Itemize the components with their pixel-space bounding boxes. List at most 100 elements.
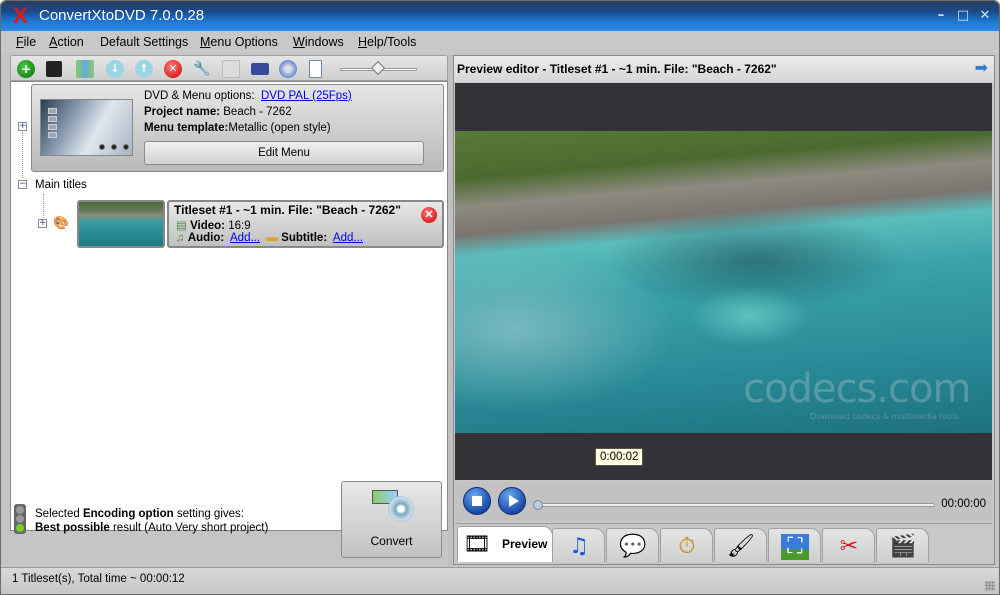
menu-menu-options-accel: M	[200, 35, 211, 49]
status-text: 1 Titleset(s), Total time ~ 00:00:12	[12, 573, 185, 585]
window-title: ConvertXtoDVD 7.0.0.28	[39, 7, 205, 24]
maximize-button[interactable]: □	[956, 9, 970, 23]
menu-file-label: ile	[23, 35, 37, 49]
menu-thumb-dot	[99, 144, 105, 150]
video-label: Video:	[190, 220, 226, 232]
move-up-icon[interactable]: ↑	[135, 60, 153, 78]
tab-preview[interactable]: 🎞 Preview	[457, 526, 553, 562]
menu-thumb-item	[48, 124, 57, 130]
indicator-light-off	[16, 515, 24, 523]
preview-tab-icon: 🎞	[463, 532, 491, 557]
menu-file[interactable]: File	[16, 35, 36, 49]
move-down-icon[interactable]: ↓	[106, 60, 124, 78]
encoding-option-label: Encoding option	[82, 508, 174, 520]
stop-button[interactable]	[463, 487, 491, 515]
watermark: codecs.com	[743, 366, 971, 412]
menu-windows[interactable]: Windows	[293, 35, 344, 49]
disc-icon[interactable]	[279, 60, 297, 78]
monitor-icon[interactable]	[251, 63, 269, 75]
tree-line	[22, 132, 23, 178]
settings-icon[interactable]: 🔧	[193, 60, 211, 78]
encoding-text: Selected	[35, 508, 83, 520]
preview-header: Preview editor - Titleset #1 - ~1 min. F…	[454, 56, 994, 82]
add-audio-link[interactable]: Add...	[230, 232, 260, 244]
encoding-quality: Best possible	[35, 522, 110, 534]
menu-default-settings[interactable]: Default Settings	[100, 35, 188, 49]
add-icon[interactable]: +	[17, 60, 35, 78]
time-counter: 00:00:00	[941, 498, 986, 510]
subtitle-icon: ▬	[266, 232, 278, 244]
grid-icon[interactable]	[222, 60, 240, 78]
menu-help-tools-label: elp/Tools	[367, 35, 417, 49]
encoding-result: result (Auto Very short project)	[109, 522, 269, 534]
save-icon[interactable]	[46, 61, 62, 77]
dvd-options-link[interactable]: DVD PAL (25Fps)	[261, 90, 352, 102]
tab-cut[interactable]: ✂	[822, 528, 875, 562]
tab-chapters[interactable]: ⏱	[660, 528, 713, 562]
watermark-subtitle: Download codecs & multimedia tools	[810, 412, 959, 421]
tab-color[interactable]: 🖌	[714, 528, 767, 562]
disc-icon	[388, 496, 414, 522]
video-row: ▤ Video: 16:9	[176, 218, 251, 232]
play-button[interactable]	[498, 487, 526, 515]
tab-subtitle[interactable]: 💬	[606, 528, 659, 562]
video-preview[interactable]: codecs.com Download codecs & multimedia …	[455, 83, 992, 480]
collapse-main-titles-icon[interactable]: −	[18, 180, 27, 189]
menu-windows-label: indows	[304, 35, 344, 49]
stop-icon	[472, 496, 482, 506]
add-subtitle-link[interactable]: Add...	[333, 232, 363, 244]
film-transition-icon: 🎬	[889, 534, 917, 559]
time-tooltip: 0:00:02	[595, 448, 644, 466]
main-titles-label: Main titles	[35, 179, 87, 191]
titleset-thumbnail[interactable]	[77, 200, 165, 248]
seek-bar[interactable]	[535, 503, 935, 507]
audio-label: Audio:	[187, 232, 225, 244]
arrow-right-icon[interactable]: ➡	[975, 60, 988, 76]
menu-thumbnail[interactable]	[40, 99, 133, 156]
document-icon[interactable]	[309, 60, 322, 78]
titleset-tools-icon: 🎨	[53, 216, 70, 231]
playback-controls: 00:00:00	[455, 481, 992, 521]
expand-titleset-icon[interactable]: +	[38, 219, 47, 228]
menu-help-tools[interactable]: Help/Tools	[358, 35, 416, 49]
crop-icon: ⛶	[781, 534, 809, 560]
zoom-slider-thumb[interactable]	[370, 60, 386, 76]
convert-button[interactable]: Convert	[341, 481, 442, 558]
menu-menu-options[interactable]: Menu Options	[200, 35, 278, 49]
title-bar[interactable]: X ConvertXtoDVD 7.0.0.28 – □ ✕	[1, 1, 999, 31]
toolbar: + ↓ ↑ ✕ 🔧	[10, 55, 448, 81]
tab-transition[interactable]: 🎬	[876, 528, 929, 562]
tab-audio[interactable]: ♫	[552, 528, 605, 562]
menu-template-row: Menu template:Metallic (open style)	[144, 122, 331, 134]
titleset-card[interactable]: Titleset #1 - ~1 min. File: "Beach - 726…	[167, 200, 444, 248]
edit-menu-button[interactable]: Edit Menu	[144, 141, 424, 165]
project-tree: + DVD & Menu options: DVD PAL (25Fps) Pr…	[10, 81, 448, 531]
remove-titleset-icon[interactable]: ✕	[421, 207, 437, 223]
app-window: X ConvertXtoDVD 7.0.0.28 – □ ✕ File Acti…	[0, 0, 1000, 595]
preview-panel: Preview editor - Titleset #1 - ~1 min. F…	[453, 55, 995, 565]
remove-icon[interactable]: ✕	[164, 60, 182, 78]
close-button[interactable]: ✕	[978, 9, 992, 23]
status-bar: 1 Titleset(s), Total time ~ 00:00:12	[1, 567, 999, 594]
menu-action-label: ction	[57, 35, 84, 49]
music-note-icon: ♫	[569, 534, 589, 559]
menu-help-tools-accel: H	[358, 35, 368, 49]
encode-icon[interactable]	[76, 60, 94, 78]
expand-project-icon[interactable]: +	[18, 122, 27, 131]
menu-thumb-dot	[111, 144, 117, 150]
menu-action[interactable]: Action	[49, 35, 84, 49]
app-logo-icon: X	[13, 3, 28, 28]
indicator-light-off	[16, 506, 24, 514]
seek-thumb[interactable]	[533, 500, 543, 510]
encoding-text: setting gives:	[173, 508, 244, 520]
resize-grip[interactable]	[985, 581, 995, 591]
minimize-button[interactable]: –	[934, 9, 948, 23]
editor-tabs: 🎞 Preview ♫ 💬 ⏱ 🖌 ⛶ ✂ 🎬	[455, 523, 992, 563]
tab-crop[interactable]: ⛶	[768, 528, 821, 562]
menu-thumb-item	[48, 116, 57, 122]
project-name-row: Project name: Beach - 7262	[144, 106, 292, 118]
project-name-label: Project name:	[144, 106, 221, 118]
encoding-info: Selected Encoding option setting gives: …	[35, 507, 268, 535]
audio-subtitle-row: ♫ Audio: Add... ▬ Subtitle: Add...	[176, 232, 363, 244]
music-note-icon: ♫	[176, 232, 185, 244]
